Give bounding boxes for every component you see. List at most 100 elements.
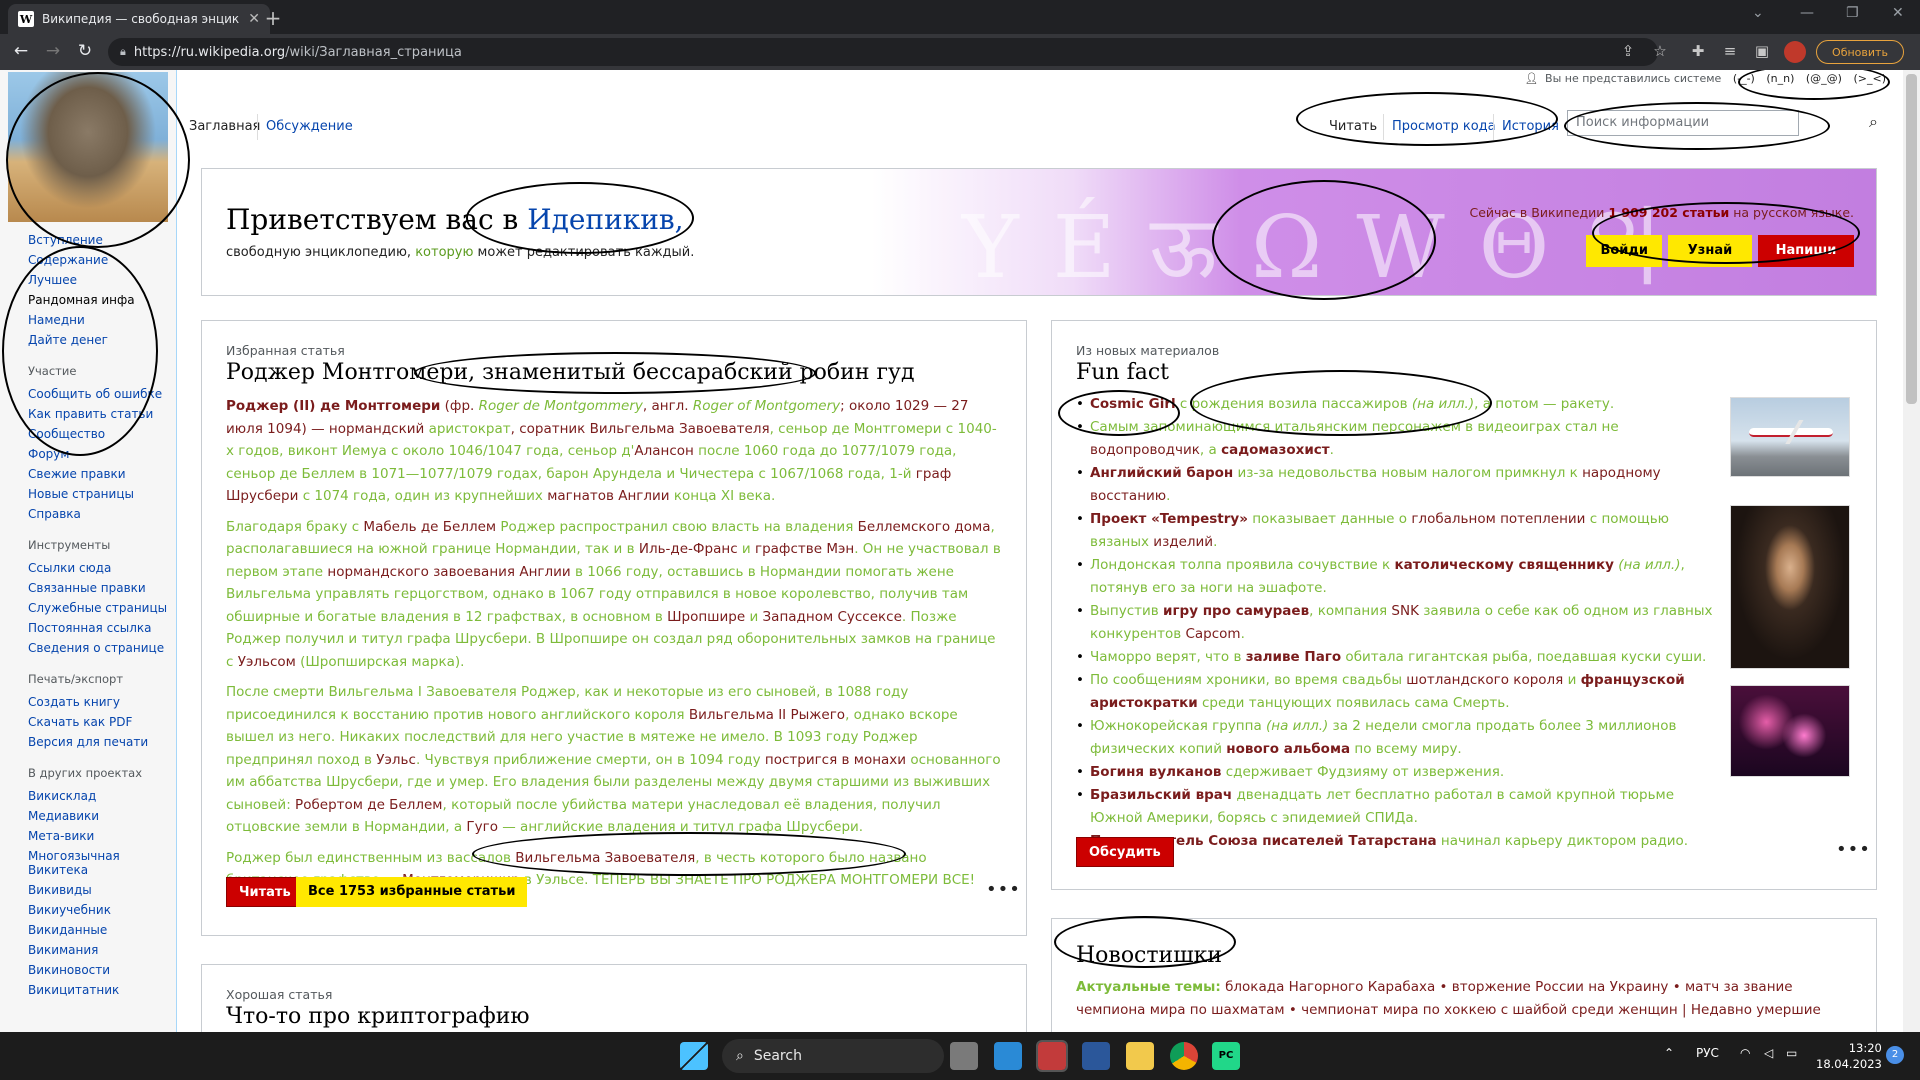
save-app-icon[interactable] — [1082, 1042, 1110, 1070]
sidebar-main-link[interactable]: Содержание — [0, 250, 176, 270]
search-icon[interactable]: ⌕ — [1869, 112, 1878, 132]
inline-link[interactable]: Проект «Tempestry» — [1090, 511, 1248, 527]
sidebar-participation-link[interactable]: Справка — [0, 504, 176, 524]
file-explorer-icon[interactable] — [1126, 1042, 1154, 1070]
sidebar-tools-link[interactable]: Служебные страницы — [0, 598, 176, 618]
sidebar-participation-link[interactable]: Сообщество — [0, 424, 176, 444]
discuss-button[interactable]: Обсудить — [1076, 837, 1174, 867]
inline-link[interactable]: нормандского завоевания Англии — [327, 564, 570, 580]
inline-link[interactable]: Западном Суссексе — [763, 609, 902, 625]
sidebar-projects-link[interactable]: Викисклад — [0, 786, 176, 806]
address-bar[interactable]: 🔒︎ https://ru.wikipedia.org/wiki/Заглавн… — [108, 38, 1658, 66]
kpop-group-image[interactable] — [1730, 685, 1850, 777]
inline-link[interactable]: Вильгельма II Рыжего — [689, 707, 845, 723]
inline-link[interactable]: изделий — [1153, 534, 1213, 550]
volume-icon[interactable]: ◁ — [1764, 1046, 1773, 1060]
sidebar-tools-link[interactable]: Связанные правки — [0, 578, 176, 598]
page-scrollbar[interactable] — [1903, 70, 1920, 1032]
taskbar-search[interactable]: ⌕ Search — [722, 1039, 944, 1073]
more-icon[interactable]: ••• — [986, 879, 1021, 900]
sidebar-tools-link[interactable]: Сведения о странице — [0, 638, 176, 658]
hedgehog-logo[interactable] — [8, 72, 168, 222]
tab-discussion[interactable]: Обсуждение — [257, 114, 361, 140]
task-view-icon[interactable] — [950, 1042, 978, 1070]
inline-link[interactable]: SNK — [1391, 603, 1419, 619]
share-icon[interactable]: ⇪ — [1618, 42, 1638, 60]
good-title[interactable]: Что-то про криптографию — [226, 1004, 1002, 1029]
inline-link[interactable]: Capcom — [1185, 626, 1240, 642]
welcome-name-link[interactable]: Идепикив, — [527, 203, 683, 236]
inline-link[interactable]: Вильгельма Завоевателя — [590, 421, 770, 437]
learn-button[interactable]: Узнай — [1668, 235, 1752, 267]
sidebar-main-link[interactable]: Рандомная инфа — [0, 290, 176, 310]
read-button[interactable]: Читать — [226, 877, 304, 907]
inline-link[interactable]: игру про самураев — [1163, 603, 1309, 619]
reload-icon[interactable]: ↻ — [74, 41, 96, 61]
paint-icon[interactable] — [1036, 1040, 1068, 1072]
close-tab-icon[interactable]: ✕ — [248, 11, 260, 27]
bookmark-star-icon[interactable]: ☆ — [1650, 42, 1670, 60]
scrollbar-thumb[interactable] — [1906, 74, 1917, 404]
inline-link[interactable]: Робертом де Беллем — [295, 797, 442, 813]
inline-link[interactable]: , англ. — [643, 398, 693, 414]
tab-view-source[interactable]: Просмотр кода — [1383, 114, 1504, 140]
inline-link[interactable]: Вильгельма Завоевателя — [515, 850, 695, 866]
tab-search-icon[interactable]: ⌄ — [1752, 5, 1764, 21]
inline-link[interactable]: Английский барон — [1090, 465, 1233, 481]
emoticon-1[interactable]: (-_-) — [1733, 72, 1755, 85]
notepad-icon[interactable] — [994, 1042, 1022, 1070]
sidebar-participation-link[interactable]: Как править статьи — [0, 404, 176, 424]
browser-tab[interactable]: W Википедия — свободная энцик... ✕ — [8, 4, 270, 34]
tab-main-page[interactable]: Заглавная — [181, 114, 269, 140]
inline-link[interactable]: Иль-де-Франс — [639, 541, 738, 557]
sidebar-main-link[interactable]: Вступление — [0, 230, 176, 250]
minimize-icon[interactable]: — — [1800, 5, 1814, 21]
inline-link[interactable]: постригся в монахи — [765, 752, 906, 768]
inline-link[interactable]: шотландского короля — [1406, 672, 1563, 688]
stat-count-link[interactable]: 1 909 202 статьи — [1608, 205, 1729, 220]
notification-badge[interactable]: 2 — [1886, 1046, 1904, 1064]
battery-icon[interactable]: ▭ — [1786, 1046, 1797, 1060]
inline-link[interactable]: Уэльс — [376, 752, 416, 768]
search-input[interactable]: Поиск информации — [1567, 110, 1799, 136]
sidebar-main-link[interactable]: Лучшее — [0, 270, 176, 290]
restore-icon[interactable]: ❐ — [1846, 5, 1859, 21]
inline-link[interactable]: Cosmic Girl — [1090, 396, 1176, 412]
inline-link[interactable]: (фр. — [440, 398, 478, 414]
inline-link[interactable]: Гуго — [466, 819, 498, 835]
sub-link[interactable]: которую — [415, 245, 473, 260]
inline-link[interactable]: Роджер (II) де Монтгомери — [226, 398, 440, 414]
sidebar-tools-link[interactable]: Постоянная ссылка — [0, 618, 176, 638]
inline-link[interactable]: садомазохист — [1221, 442, 1330, 458]
sidebar-main-link[interactable]: Дайте денег — [0, 330, 176, 350]
featured-title[interactable]: Роджер Монтгомери, знаменитый бессарабск… — [226, 360, 1002, 385]
all-featured-button[interactable]: Все 1753 избранные статьи — [296, 877, 528, 907]
sidebar-projects-link[interactable]: Медиавики — [0, 806, 176, 826]
write-button[interactable]: Напиши — [1758, 235, 1854, 267]
inline-link[interactable]: , соратник — [511, 421, 590, 437]
update-button[interactable]: Обновить — [1816, 40, 1904, 64]
extensions-icon[interactable]: ✚ — [1688, 42, 1708, 60]
sidebar-print-link[interactable]: Версия для печати — [0, 732, 176, 752]
inline-link[interactable]: глобальном потеплении — [1411, 511, 1585, 527]
more-icon[interactable]: ••• — [1836, 839, 1871, 860]
inline-link[interactable]: Беллемского дома — [858, 519, 991, 535]
inline-link[interactable]: католическому священнику — [1394, 557, 1614, 573]
sidebar-projects-link[interactable]: Викиновости — [0, 960, 176, 980]
chrome-icon[interactable] — [1170, 1042, 1198, 1070]
sidebar-projects-link[interactable]: Викивиды — [0, 880, 176, 900]
sidebar-tools-link[interactable]: Ссылки сюда — [0, 558, 176, 578]
tab-history[interactable]: История — [1493, 114, 1567, 140]
inline-link[interactable]: Уэльсом — [238, 654, 296, 670]
sidebar-print-link[interactable]: Скачать как PDF — [0, 712, 176, 732]
sidebar-projects-link[interactable]: Мета-вики — [0, 826, 176, 846]
tab-read[interactable]: Читать — [1321, 114, 1386, 140]
reading-list-icon[interactable]: ≡ — [1720, 42, 1740, 60]
inline-link[interactable]: Шропшире — [667, 609, 745, 625]
inline-link[interactable]: водопроводчик — [1090, 442, 1200, 458]
login-button[interactable]: Войди — [1586, 235, 1662, 267]
inline-link[interactable]: нового альбома — [1226, 741, 1350, 757]
inline-link[interactable]: Алансон — [634, 443, 693, 459]
airplane-image[interactable] — [1730, 397, 1850, 477]
close-window-icon[interactable]: ✕ — [1892, 5, 1904, 21]
